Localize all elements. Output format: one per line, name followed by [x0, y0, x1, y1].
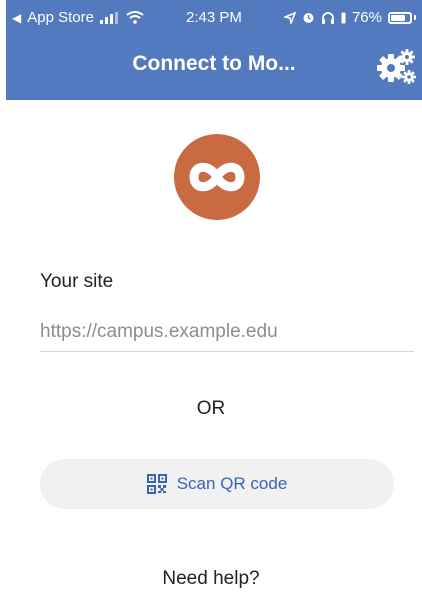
gears-icon[interactable] — [376, 48, 416, 86]
wifi-icon — [126, 11, 144, 24]
app-header: ◀ App Store 2:43 PM 76% Connect to Mo... — [6, 0, 422, 100]
back-arrow-icon[interactable]: ◀ — [12, 11, 21, 25]
need-help-link[interactable]: Need help? — [0, 568, 422, 590]
scan-qr-code-button[interactable]: Scan QR code — [40, 459, 394, 509]
site-label: Your site — [40, 271, 114, 292]
headphone-battery-icon — [341, 12, 346, 23]
alarm-icon — [303, 13, 314, 23]
headphones-icon — [321, 12, 334, 24]
status-right: 76% — [283, 9, 416, 26]
infinity-logo-icon — [174, 134, 260, 220]
battery-icon — [388, 11, 412, 24]
battery-percent: 76% — [351, 9, 382, 26]
location-arrow-icon — [283, 11, 296, 24]
scan-qr-code-label: Scan QR code — [176, 474, 288, 493]
page-title: Connect to Mo... — [132, 52, 296, 75]
or-divider-text: OR — [196, 398, 226, 419]
site-url-input[interactable] — [40, 312, 414, 352]
status-left: ◀ App Store — [12, 9, 144, 26]
qr-code-icon — [146, 474, 167, 494]
status-bar: ◀ App Store 2:43 PM 76% — [6, 0, 422, 34]
status-time: 2:43 PM — [186, 9, 242, 26]
back-app-label[interactable]: App Store — [27, 9, 94, 26]
signal-icon — [99, 11, 118, 24]
